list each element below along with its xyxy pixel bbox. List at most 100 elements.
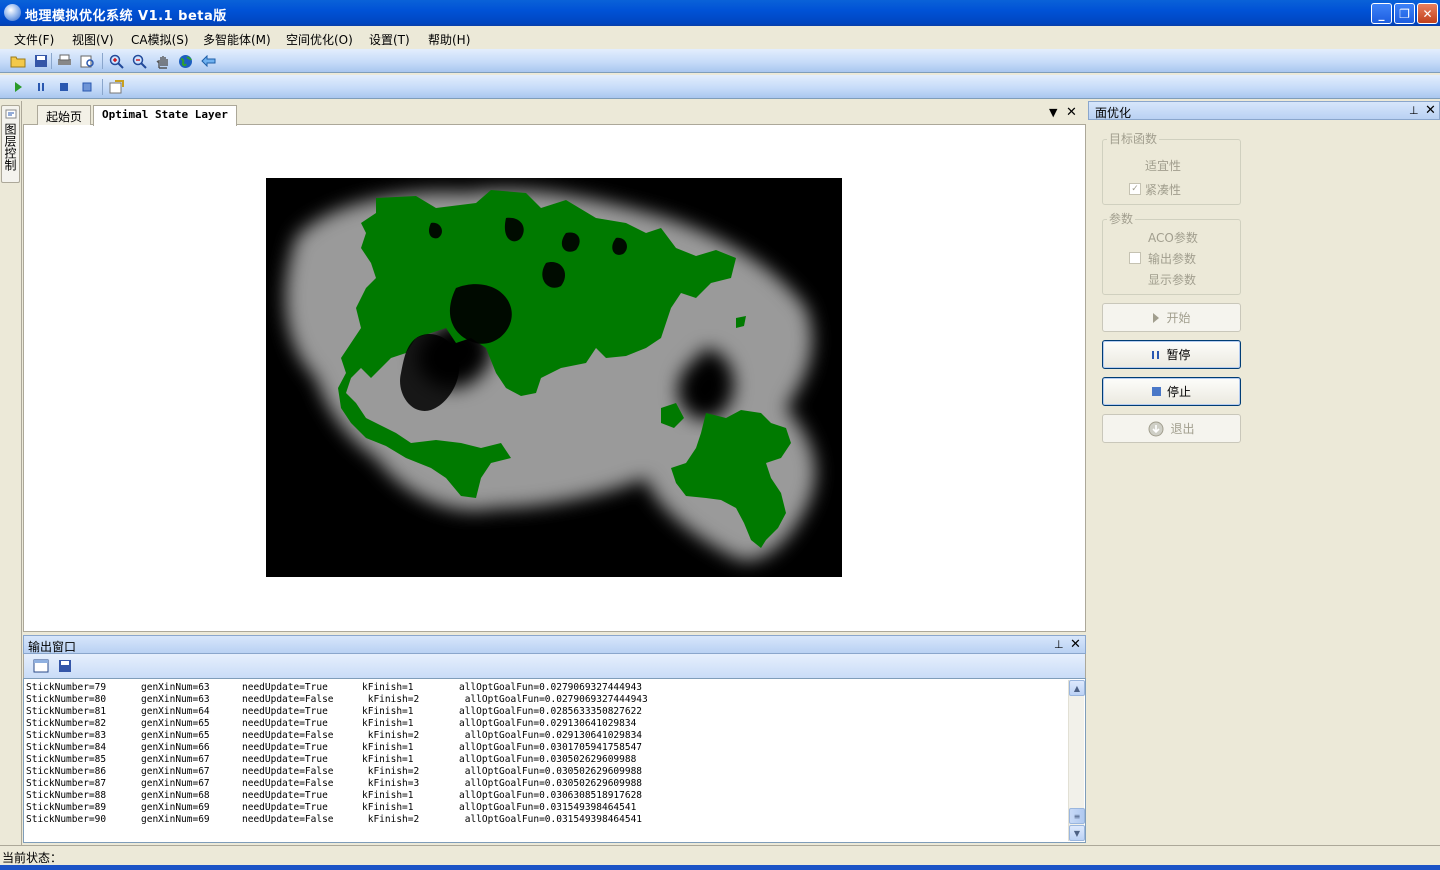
stop-button[interactable]: 停止 [1102, 377, 1241, 406]
open-folder-icon[interactable] [10, 53, 26, 69]
log-cell: allOptGoalFun=0.030502629609988 [459, 754, 637, 765]
compactness-checkbox[interactable]: ✓ [1129, 183, 1141, 195]
tab-optimal-state-layer[interactable]: Optimal State Layer [93, 105, 237, 126]
play-icon[interactable] [10, 79, 26, 95]
scroll-thumb[interactable]: ≡ [1069, 808, 1085, 824]
menu-file[interactable]: 文件(F) [14, 31, 54, 48]
log-cell: needUpdate=True [242, 718, 328, 729]
log-cell: allOptGoalFun=0.029130641029834 [459, 730, 643, 741]
log-cell: StickNumber=89 [26, 802, 107, 813]
output-params-label: 输出参数 [1148, 252, 1197, 266]
clear-output-icon[interactable] [33, 658, 49, 674]
back-arrow-icon[interactable] [200, 53, 216, 69]
main-toolbar [0, 49, 1440, 73]
minimize-button[interactable]: _ [1371, 3, 1392, 24]
taskbar-edge [0, 865, 1440, 870]
window-title: 地理模拟优化系统 V1.1 beta版 [25, 9, 227, 24]
output-params-checkbox[interactable] [1129, 252, 1141, 264]
log-cell: needUpdate=False [242, 730, 334, 741]
output-toolbar [23, 654, 1086, 678]
params-group-label: 参数 [1107, 210, 1136, 227]
exit-button[interactable]: 退出 [1102, 414, 1241, 443]
menu-ca-simulation[interactable]: CA模拟(S) [131, 31, 189, 48]
menu-help[interactable]: 帮助(H) [428, 31, 470, 48]
close-output-icon[interactable]: ✕ [1070, 637, 1081, 652]
aco-params-link[interactable]: ACO参数 [1148, 229, 1198, 246]
log-cell: genXinNum=66 [141, 742, 210, 753]
close-button[interactable]: ✕ [1417, 3, 1438, 24]
suitability-label[interactable]: 适宜性 [1145, 157, 1181, 174]
zoom-in-icon[interactable] [108, 53, 124, 69]
log-cell: needUpdate=False [242, 778, 334, 789]
log-cell: needUpdate=True [242, 682, 328, 693]
log-cell: kFinish=1 [362, 790, 414, 801]
output-window-title: 输出窗口 [28, 640, 77, 654]
log-cell: StickNumber=80 [26, 694, 107, 705]
print-preview-icon[interactable] [79, 53, 95, 69]
pause-icon [1152, 350, 1160, 359]
tab-start-page[interactable]: 起始页 [37, 105, 92, 125]
close-document-icon[interactable]: ✕ [1066, 105, 1077, 120]
start-label: 开始 [1166, 311, 1191, 325]
log-cell: allOptGoalFun=0.031549398464541 [459, 802, 637, 813]
log-cell: allOptGoalFun=0.0306308518917628 [459, 790, 643, 801]
exit-icon [1148, 421, 1164, 436]
scroll-down-icon[interactable]: ▼ [1069, 825, 1085, 841]
log-cell: kFinish=1 [362, 706, 414, 717]
log-cell: allOptGoalFun=0.029130641029834 [459, 718, 637, 729]
tab-list-dropdown-icon[interactable]: ▼ [1049, 106, 1057, 119]
log-cell: genXinNum=67 [141, 754, 210, 765]
save-icon[interactable] [33, 53, 49, 69]
scroll-up-icon[interactable]: ▲ [1069, 680, 1085, 696]
start-button[interactable]: 开始 [1102, 303, 1241, 332]
panel-close-icon[interactable]: ✕ [1425, 103, 1436, 118]
log-cell: genXinNum=65 [141, 730, 210, 741]
log-cell: genXinNum=69 [141, 802, 210, 813]
zoom-out-icon[interactable] [131, 53, 147, 69]
log-row: StickNumber=83 genXinNum=65 needUpdate=Fal… [26, 730, 1066, 742]
log-cell: kFinish=1 [362, 802, 414, 813]
pin-icon[interactable]: ⊥ [1054, 638, 1064, 651]
pan-hand-icon[interactable] [154, 53, 170, 69]
layer-control-label: 图层控制 [3, 123, 17, 171]
output-scrollbar[interactable]: ▲ ≡ ▼ [1068, 680, 1085, 841]
log-cell: allOptGoalFun=0.0301705941758547 [459, 742, 643, 753]
menu-settings[interactable]: 设置(T) [369, 31, 410, 48]
output-log[interactable]: StickNumber=79 genXinNum=63 needUpdate=Tru… [23, 678, 1086, 843]
log-cell: needUpdate=False [242, 694, 334, 705]
properties-icon[interactable] [108, 79, 124, 95]
log-cell: needUpdate=False [242, 814, 334, 825]
log-cell: StickNumber=85 [26, 754, 107, 765]
log-cell: allOptGoalFun=0.031549398464541 [459, 814, 643, 825]
pause-label: 暂停 [1166, 348, 1191, 362]
log-row: StickNumber=84 genXinNum=66 needUpdate=Tru… [26, 742, 1066, 754]
log-cell: genXinNum=63 [141, 682, 210, 693]
globe-icon[interactable] [177, 53, 193, 69]
layer-control-tab[interactable]: 图层控制 [1, 105, 20, 183]
display-params-link[interactable]: 显示参数 [1148, 271, 1196, 288]
status-label: 当前状态： [2, 851, 63, 865]
log-cell: allOptGoalFun=0.0285633350827622 [459, 706, 643, 717]
log-cell: needUpdate=True [242, 790, 328, 801]
pause-button[interactable]: 暂停 [1102, 340, 1241, 369]
log-cell: needUpdate=True [242, 742, 328, 753]
menu-view[interactable]: 视图(V) [72, 31, 114, 48]
log-row: StickNumber=90 genXinNum=69 needUpdate=Fal… [26, 814, 1066, 826]
menu-spatial-optimization[interactable]: 空间优化(O) [286, 31, 353, 48]
run-toolbar [0, 75, 1440, 99]
print-icon[interactable] [56, 53, 72, 69]
menu-multi-agent[interactable]: 多智能体(M) [203, 31, 271, 48]
area-optimization-title: 面优化 [1095, 106, 1132, 120]
pause-icon[interactable] [33, 79, 49, 95]
stop-icon[interactable] [56, 79, 72, 95]
status-bar: 当前状态： [0, 845, 1440, 865]
log-cell: genXinNum=68 [141, 790, 210, 801]
log-row: StickNumber=86 genXinNum=67 needUpdate=Fal… [26, 766, 1066, 778]
log-cell: genXinNum=67 [141, 766, 210, 777]
optimal-state-map[interactable] [266, 178, 842, 577]
panel-pin-icon[interactable]: ⊥ [1409, 104, 1419, 117]
log-cell: needUpdate=False [242, 766, 334, 777]
restore-button[interactable]: ❐ [1394, 3, 1415, 24]
step-icon[interactable] [79, 79, 95, 95]
save-output-icon[interactable] [57, 658, 73, 674]
